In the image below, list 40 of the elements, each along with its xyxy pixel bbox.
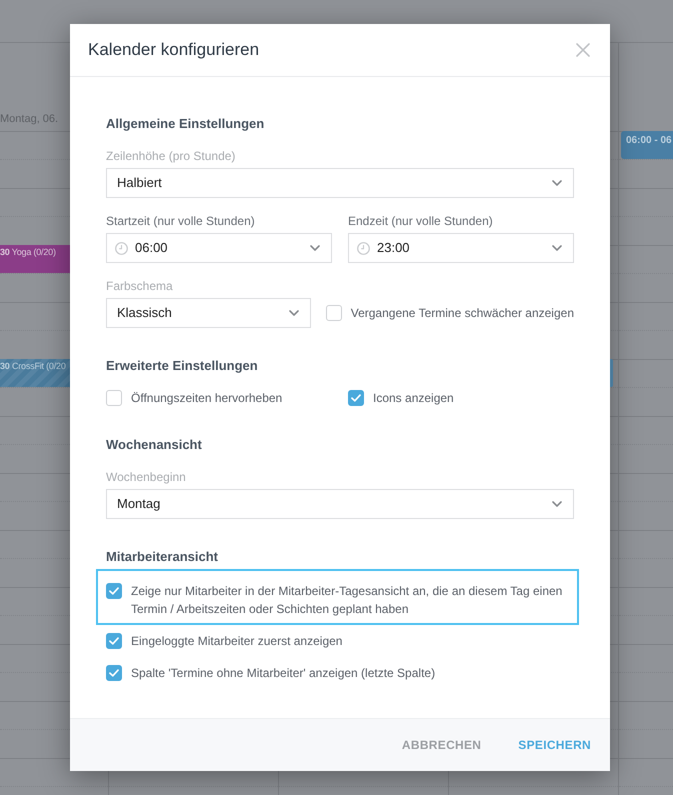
- checkbox-label: Öffnungszeiten hervorheben: [131, 390, 282, 407]
- time-select[interactable]: 23:00: [348, 233, 574, 263]
- checkmark-icon: [109, 637, 119, 645]
- field-label: Startzeit (nur volle Stunden): [106, 213, 256, 229]
- chevron-down-icon: [310, 245, 320, 251]
- checkbox[interactable]: [326, 305, 342, 321]
- field-label: Farbschema: [106, 278, 174, 294]
- checkbox-label: Vergangene Termine schwächer anzeigen: [350, 305, 574, 322]
- checkmark-icon: [351, 394, 361, 402]
- field-label: Zeilenhöhe (pro Stunde): [106, 148, 236, 164]
- checkmark-icon: [109, 587, 119, 595]
- checkbox-label: Spalte 'Termine ohne Mitarbeiter' anzeigen (letzte Spalte): [131, 665, 436, 682]
- chevron-down-icon: [552, 245, 562, 251]
- checkbox[interactable]: [348, 390, 364, 406]
- checkbox-label: Eingeloggte Mitarbeiter zuerst anzeigen: [131, 633, 342, 650]
- section-heading: Erweiterte Einstellungen: [106, 358, 259, 374]
- field-label: Wochenbeginn: [106, 469, 187, 485]
- select-field[interactable]: Montag: [106, 489, 574, 519]
- section-heading: Wochenansicht: [106, 437, 203, 453]
- chevron-down-icon: [552, 501, 562, 507]
- checkbox[interactable]: [106, 583, 122, 599]
- section-heading: Mitarbeiteransicht: [106, 549, 219, 565]
- chevron-down-icon: [552, 180, 562, 186]
- field-label: Endzeit (nur volle Stunden): [348, 213, 494, 229]
- checkmark-icon: [109, 669, 119, 677]
- time-select[interactable]: 06:00: [106, 233, 332, 263]
- clock-icon: [357, 242, 370, 254]
- select-field[interactable]: Halbiert: [106, 168, 574, 198]
- checkbox[interactable]: [106, 665, 122, 681]
- clock-icon: [115, 242, 128, 254]
- checkbox-label: Zeige nur Mitarbeiter in der Mitarbeiter-Tagesansicht an, die an diesem Tag einen Termin / Arbeitszeiten oder Schichten geplant haben: [131, 583, 564, 618]
- dialog-title: Kalender konfigurieren: [88, 39, 260, 62]
- section-heading: Allgemeine Einstellungen: [106, 116, 266, 132]
- chevron-down-icon: [288, 310, 299, 316]
- checkbox[interactable]: [106, 390, 122, 406]
- select-field[interactable]: Klassisch: [106, 298, 311, 328]
- checkbox-label: Icons anzeigen: [373, 390, 454, 407]
- calendar-event[interactable]: 30 Yoga (0/20): [0, 245, 70, 273]
- close-icon[interactable]: [576, 43, 590, 57]
- checkbox[interactable]: [106, 633, 122, 649]
